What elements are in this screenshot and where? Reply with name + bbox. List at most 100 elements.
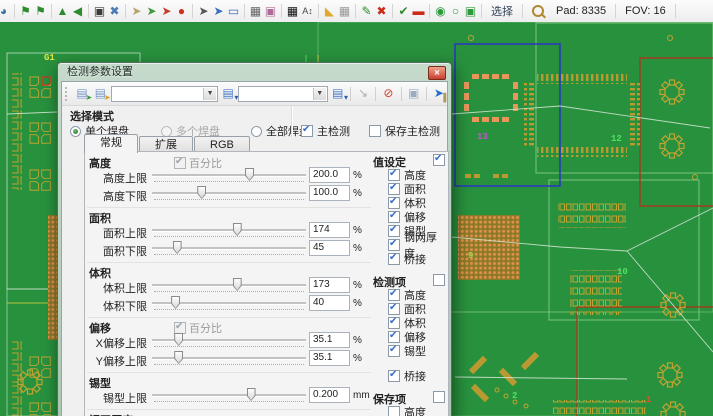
circle-icon[interactable]: ○ (448, 0, 463, 22)
circle-stop-icon[interactable]: ▣ (463, 0, 478, 22)
slider-thumb[interactable] (233, 278, 242, 291)
export-file-icon[interactable]: ▤➤ (74, 85, 90, 102)
slider-锡型上限[interactable] (152, 387, 306, 405)
app-window: ◕⚑⚑▲◀▣✖➤➤➤●➤➤▭▦▣▦A↕◣▦✎✖✔▬◉○▣ 选择 Pad: 833… (0, 0, 713, 416)
prism-icon[interactable]: ▲ (55, 0, 70, 22)
ruler-icon[interactable]: ◣ (322, 0, 337, 22)
param-label: 面积下限 (87, 243, 147, 259)
chevron-down-icon[interactable]: ▼ (203, 88, 216, 100)
section-面积: 面积面积上限174%面积下限45% (87, 207, 371, 262)
apply-template-1-icon[interactable]: ▤▾ (220, 85, 236, 102)
slider-thumb[interactable] (197, 186, 206, 199)
slider-ticks (154, 291, 304, 292)
dialog-titlebar[interactable]: 检测参数设置 ✕ (61, 63, 448, 81)
delete-icon[interactable]: ✖ (374, 0, 389, 22)
tools-icon[interactable]: ✖ (107, 0, 122, 22)
toolbar-icons: ◕⚑⚑▲◀▣✖➤➤➤●➤➤▭▦▣▦A↕◣▦✎✖✔▬◉○▣ (0, 0, 485, 22)
dart-blue-icon[interactable]: ➤ (211, 0, 226, 22)
fov-count-label: FOV: 16 (625, 5, 666, 17)
param-label: 体积下限 (87, 298, 147, 314)
slider-thumb[interactable] (247, 388, 256, 401)
check-检测项-桥接[interactable]: 桥接 (388, 369, 445, 382)
slider-track (152, 174, 306, 177)
flag-a-icon[interactable]: ⚑ (18, 0, 33, 22)
value-input[interactable]: 35.1 (309, 332, 350, 348)
zoom-icon[interactable] (532, 5, 544, 17)
tiles-icon[interactable]: ▦ (285, 0, 300, 22)
pad-array-2 (570, 270, 622, 315)
fit-icon[interactable]: ↘ (355, 85, 371, 102)
circle-target-icon[interactable]: ◉ (433, 0, 448, 22)
check-保存项-高度[interactable]: 高度 (388, 405, 445, 416)
value-input[interactable]: 45 (309, 240, 350, 256)
pin-dark-icon[interactable]: ➤ (196, 0, 211, 22)
close-button[interactable]: ✕ (428, 66, 446, 80)
image-icon[interactable]: ▣ (92, 0, 107, 22)
value-input[interactable]: 200.0 (309, 167, 350, 183)
slider-thumb[interactable] (173, 241, 182, 254)
value-input[interactable]: 173 (309, 277, 350, 293)
slider-thumb[interactable] (245, 168, 254, 181)
rect-select-icon[interactable]: ▭ (226, 0, 241, 22)
horn-icon[interactable]: ◀ (70, 0, 85, 22)
exit-icon[interactable]: ➤▌ (431, 85, 447, 102)
panel-master-checkbox[interactable] (433, 154, 445, 166)
param-label: 面积上限 (87, 225, 147, 241)
clock-history-icon[interactable]: ◕ (0, 0, 11, 22)
check-值设定-偏移[interactable]: 偏移 (388, 210, 445, 223)
camera-icon[interactable]: ▣ (263, 0, 278, 22)
check-检测项-面积[interactable]: 面积 (388, 302, 445, 315)
edit-chart-icon[interactable]: ✎ (359, 0, 374, 22)
map-pin-icon[interactable]: ● (174, 0, 189, 22)
grid-circle-icon[interactable]: ▦ (248, 0, 263, 22)
slider-高度下限[interactable] (152, 185, 306, 203)
check-值设定-钢网厚度[interactable]: 钢网厚度 (388, 238, 445, 251)
value-input[interactable]: 174 (309, 222, 350, 238)
check-值设定-面积[interactable]: 面积 (388, 182, 445, 195)
select-button[interactable]: 选择 (491, 3, 513, 19)
apply-template-2-icon[interactable]: ▤▾ (330, 85, 346, 102)
slider-thumb[interactable] (171, 296, 180, 309)
dart-tan-icon[interactable]: ➤ (129, 0, 144, 22)
checkbox-保存主检测[interactable]: 保存主检测 (369, 123, 440, 139)
slider-体积上限[interactable] (152, 277, 306, 295)
tab-常规[interactable]: 常规 (84, 134, 138, 153)
template-combo-2[interactable]: ▼ (238, 86, 327, 102)
value-input[interactable]: 0.200 (309, 387, 350, 403)
block-icon[interactable]: ⊘ (380, 85, 396, 102)
grid-icon[interactable]: ▦ (337, 0, 352, 22)
value-input[interactable]: 35.1 (309, 350, 350, 366)
check-检测项-体积[interactable]: 体积 (388, 316, 445, 329)
slider-Y偏移上限[interactable] (152, 350, 306, 368)
slider-X偏移上限[interactable] (152, 332, 306, 350)
slider-面积上限[interactable] (152, 222, 306, 240)
sort-az-icon[interactable]: A↕ (300, 0, 315, 22)
checkbox-主检测[interactable]: 主检测 (301, 123, 350, 139)
apply-check-icon[interactable]: ✔ (396, 0, 411, 22)
panel-master-checkbox[interactable] (433, 274, 445, 286)
check-检测项-高度[interactable]: 高度 (388, 288, 445, 301)
panel-master-checkbox[interactable] (433, 391, 445, 403)
chevron-down-icon[interactable]: ▼ (313, 88, 326, 100)
slider-高度上限[interactable] (152, 167, 306, 185)
flag-b-icon[interactable]: ⚑ (33, 0, 48, 22)
value-input[interactable]: 40 (309, 295, 350, 311)
dart-red-icon[interactable]: ➤ (159, 0, 174, 22)
slider-thumb[interactable] (233, 223, 242, 236)
save-disk-icon[interactable]: ▣ (405, 85, 421, 102)
check-检测项-偏移[interactable]: 偏移 (388, 330, 445, 343)
slider-thumb[interactable] (174, 333, 183, 346)
template-combo-1[interactable]: ▼ (111, 86, 219, 102)
import-file-icon[interactable]: ▤➤ (92, 85, 108, 102)
slider-面积下限[interactable] (152, 240, 306, 258)
dart-green-icon[interactable]: ➤ (144, 0, 159, 22)
slider-体积下限[interactable] (152, 295, 306, 313)
check-值设定-体积[interactable]: 体积 (388, 196, 445, 209)
remove-red-icon[interactable]: ▬ (411, 0, 426, 22)
slider-thumb[interactable] (174, 351, 183, 364)
slider-ticks (154, 346, 304, 347)
check-检测项-锡型[interactable]: 锡型 (388, 344, 445, 357)
check-值设定-高度[interactable]: 高度 (388, 168, 445, 181)
value-input[interactable]: 100.0 (309, 185, 350, 201)
slider-ticks (154, 401, 304, 402)
